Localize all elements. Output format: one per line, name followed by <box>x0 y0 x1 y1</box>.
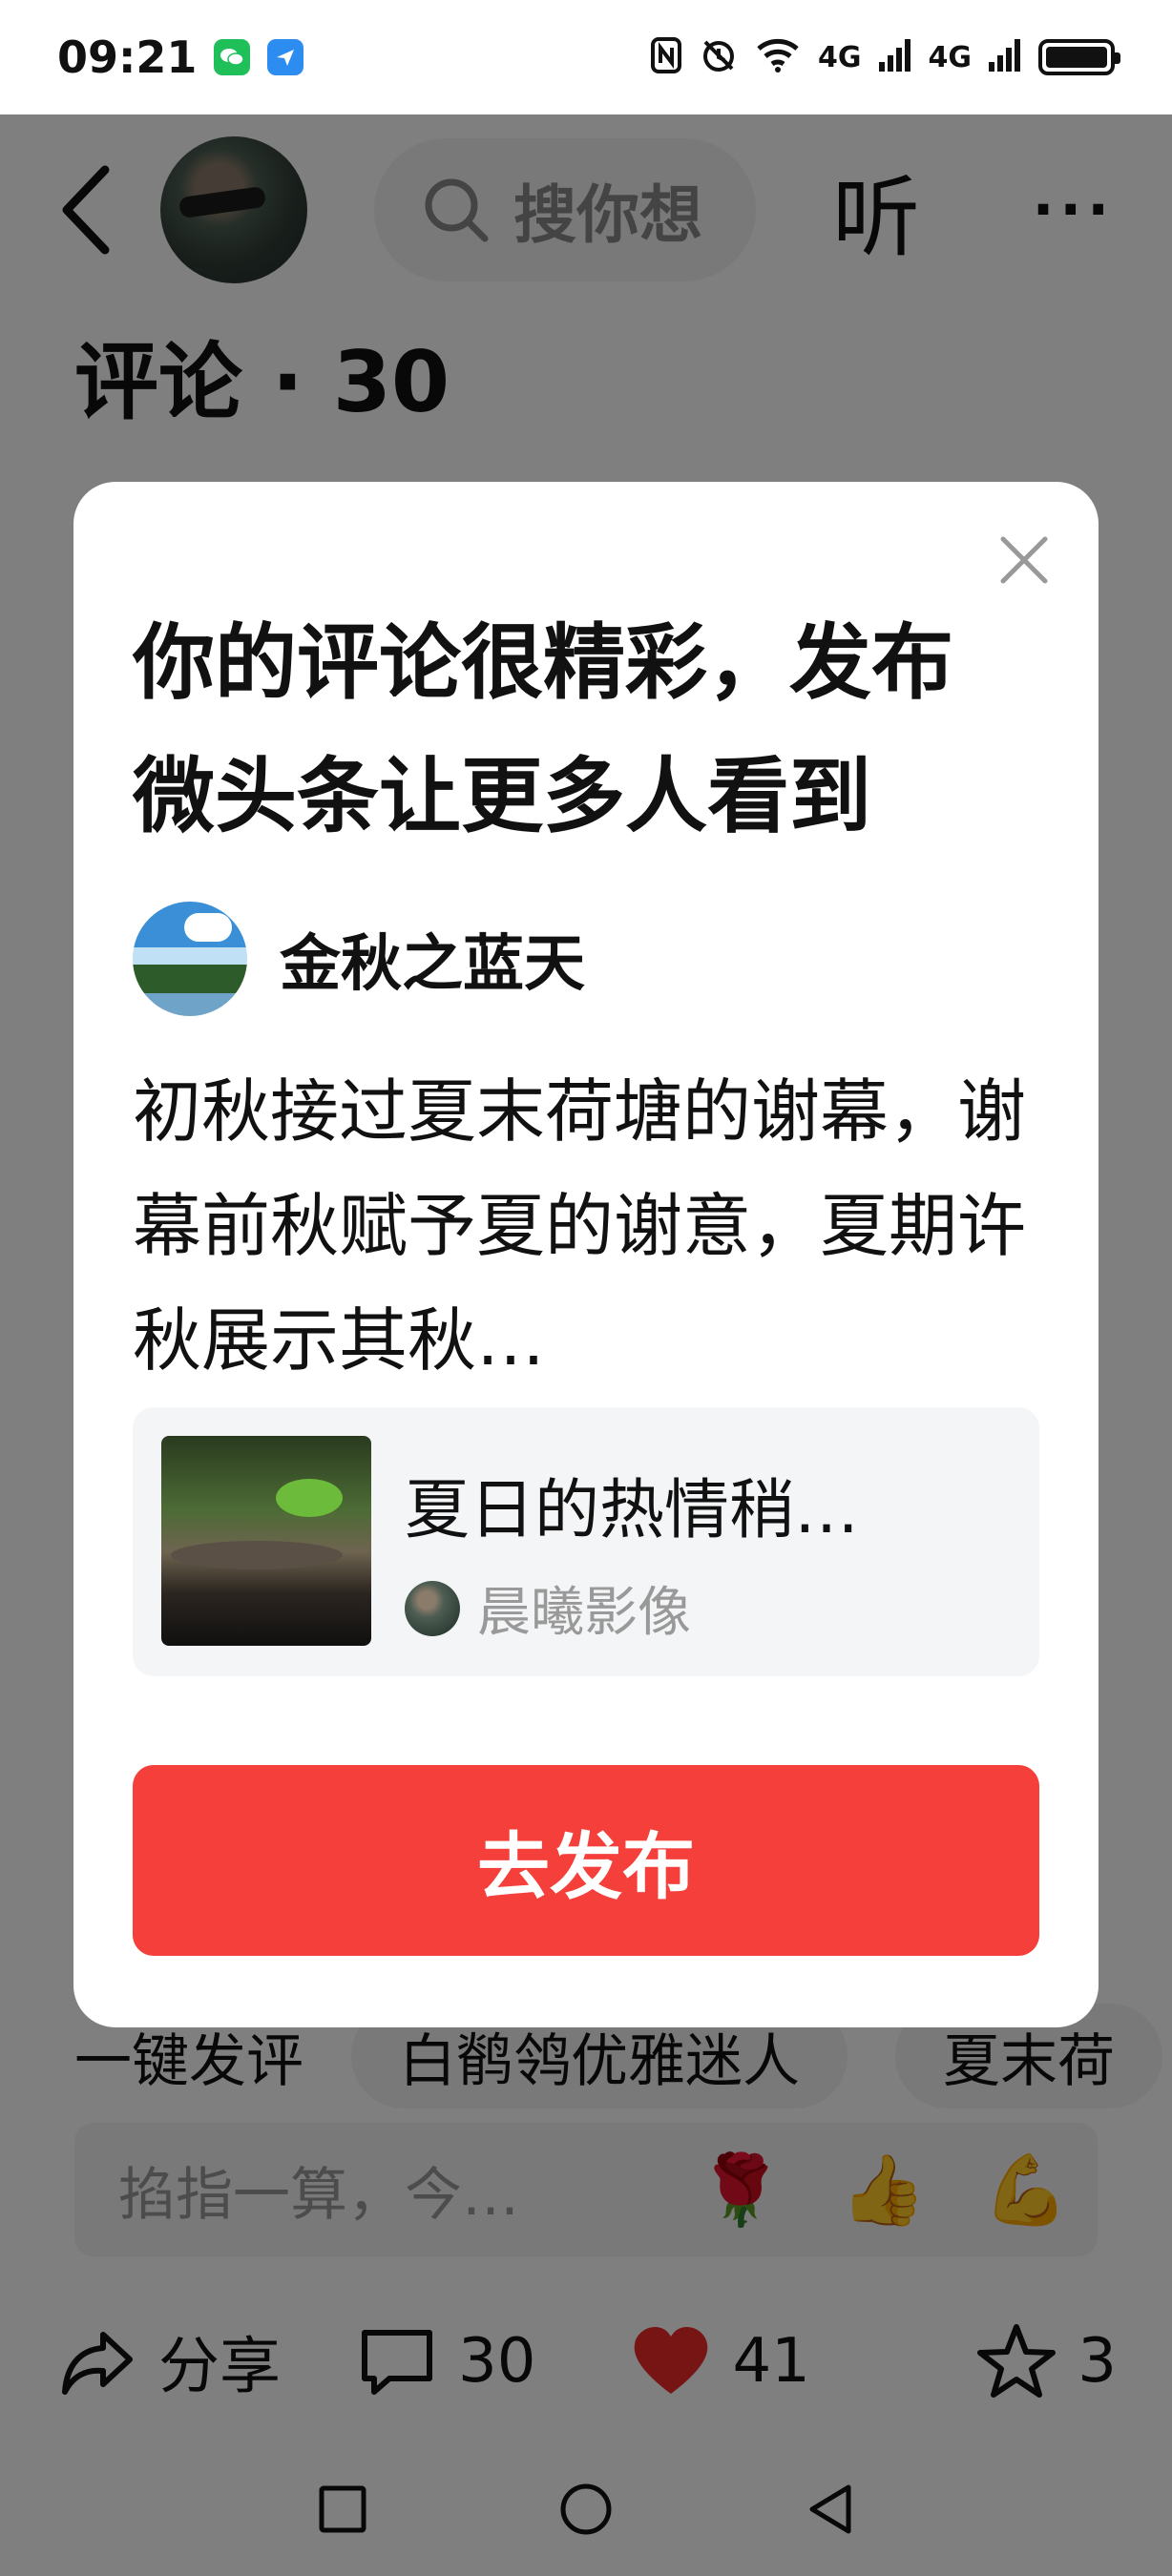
signal-bars-2-icon <box>989 39 1021 75</box>
source-name: 晨曦影像 <box>477 1582 691 1644</box>
wechat-icon <box>214 39 251 75</box>
publish-dialog: 你的评论很精彩，发布微头条让更多人看到 金秋之蓝天 初秋接过夏末荷塘的谢幕，谢幕… <box>73 482 1099 2027</box>
article-title: 夏日的热情稍… <box>405 1473 860 1548</box>
article-thumbnail <box>161 1436 371 1646</box>
dialog-title: 你的评论很精彩，发布微头条让更多人看到 <box>133 615 953 844</box>
source-avatar <box>405 1580 460 1636</box>
author-row: 金秋之蓝天 <box>133 902 585 1016</box>
status-right: 4G 4G <box>650 36 1120 78</box>
article-source: 晨曦影像 <box>405 1569 691 1647</box>
nfc-icon <box>650 36 682 78</box>
battery-level <box>1046 47 1107 68</box>
article-card[interactable]: 夏日的热情稍… 晨曦影像 <box>133 1407 1039 1676</box>
alarm-icon <box>700 36 738 78</box>
battery-icon <box>1038 39 1120 75</box>
signal-1-label: 4G <box>818 40 862 74</box>
status-bar: 09:21 4G 4G <box>0 0 1172 114</box>
author-avatar <box>133 902 247 1016</box>
publish-button[interactable]: 去发布 <box>133 1765 1039 1956</box>
close-icon[interactable] <box>995 531 1053 589</box>
signal-bars-icon <box>878 39 911 75</box>
wifi-icon <box>755 37 801 77</box>
comment-text: 初秋接过夏末荷塘的谢幕，谢幕前秋赋予夏的谢意，夏期许秋展示其秋… <box>133 1071 1027 1381</box>
send-app-icon <box>267 39 304 75</box>
status-time: 09:21 <box>57 31 198 83</box>
signal-2-label: 4G <box>928 40 973 74</box>
author-name: 金秋之蓝天 <box>280 929 585 1000</box>
